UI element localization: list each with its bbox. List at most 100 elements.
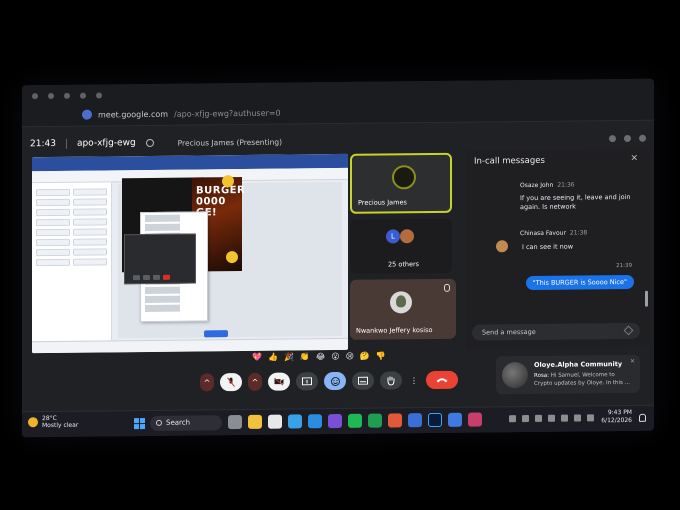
edge-icon[interactable] <box>308 414 322 429</box>
spotify-icon[interactable] <box>348 413 362 428</box>
panel-button <box>73 228 107 236</box>
task-view-icon[interactable] <box>228 415 242 430</box>
info-icon[interactable] <box>145 138 154 148</box>
presenter-label: Precious James (Presenting) <box>177 137 283 148</box>
reaction-heart[interactable]: 💖 <box>252 353 262 363</box>
mini-end-call <box>163 274 170 280</box>
menu-item <box>145 214 203 223</box>
participant-tile-others[interactable]: L 25 others <box>350 218 452 274</box>
send-icon[interactable] <box>623 325 634 336</box>
hand-icon <box>387 376 395 386</box>
emoji-decoration <box>222 175 234 188</box>
send-message-input[interactable]: Send a message <box>472 322 640 341</box>
battery-icon[interactable] <box>587 414 594 422</box>
reaction-surprised[interactable]: 😮 <box>331 352 339 362</box>
avatar <box>496 240 508 253</box>
tab-icon[interactable] <box>96 92 102 99</box>
taskbar-search[interactable]: Search <box>150 415 222 431</box>
reaction-clap[interactable]: 👏 <box>300 352 310 362</box>
reaction-laugh[interactable]: 😂 <box>316 352 325 362</box>
scrollbar[interactable] <box>645 290 648 307</box>
captions-icon <box>358 376 368 385</box>
reaction-sad[interactable]: 😢 <box>346 352 354 362</box>
message-author: Chinasa Favour 21:38 <box>520 229 588 238</box>
reaction-thumbs-down[interactable]: 👎 <box>376 351 386 361</box>
camera-options-button[interactable]: ^ <box>248 372 262 391</box>
close-icon[interactable]: ✕ <box>630 154 638 164</box>
close-icon[interactable]: ✕ <box>630 358 635 365</box>
tab-icon[interactable] <box>32 93 38 100</box>
app-icon[interactable] <box>288 414 302 429</box>
reactions-button[interactable] <box>324 371 346 391</box>
panel-button <box>36 238 70 247</box>
word-icon[interactable] <box>408 413 422 428</box>
panel-button <box>73 258 107 266</box>
tray-chevron-icon[interactable] <box>509 415 516 423</box>
wifi-icon[interactable] <box>561 414 568 422</box>
excel-icon[interactable] <box>368 413 382 428</box>
weather-icon <box>28 417 38 428</box>
avatar <box>390 291 412 314</box>
tab-strip <box>32 85 644 101</box>
mini-control <box>133 275 140 281</box>
photoshop-icon[interactable] <box>428 412 442 428</box>
panel-button <box>73 248 107 256</box>
emoji-icon <box>330 376 340 386</box>
url-domain: meet.google.com <box>98 109 169 120</box>
address-bar[interactable]: meet.google.com /apo-xfjg-ewg?authuser=0 <box>82 105 281 123</box>
message-author: Osaze John 21:36 <box>520 181 575 190</box>
microphone-icon[interactable] <box>535 414 542 422</box>
menu-item <box>145 223 203 232</box>
reaction-party[interactable]: 🎉 <box>284 352 294 362</box>
app-icon[interactable] <box>448 412 462 427</box>
windows-start-icon[interactable] <box>134 418 145 430</box>
panel-button <box>36 188 70 197</box>
more-options-button[interactable]: ⋮ <box>408 371 420 389</box>
meeting-code: apo-xfjg-ewg <box>76 138 136 149</box>
chrome-icon[interactable] <box>388 413 402 428</box>
mic-options-button[interactable]: ^ <box>200 373 214 392</box>
reaction-thinking[interactable]: 🤔 <box>360 352 370 362</box>
keyboard-icon[interactable] <box>548 414 555 422</box>
tray-app-icon[interactable] <box>522 414 529 423</box>
camera-off-button[interactable] <box>268 372 290 391</box>
avatar <box>392 165 416 190</box>
url-path: /apo-xfjg-ewg?authuser=0 <box>174 108 281 119</box>
mic-off-button[interactable] <box>220 373 242 392</box>
shared-screen: BURGER 0000 GE! <box>32 153 348 354</box>
taskbar: 28°C Mostly clear Search 9:43 PM 6/12/20… <box>22 404 654 438</box>
community-notification[interactable]: Oloye.Alpha Community Rosa: Hi Samuel, W… <box>496 354 640 395</box>
notification-title: Oloye.Alpha Community <box>534 360 623 369</box>
present-button[interactable] <box>296 372 318 391</box>
panel-button <box>36 228 70 237</box>
taskbar-clock[interactable]: 9:43 PM 6/12/2026 <box>601 409 632 425</box>
menu-icon[interactable] <box>639 134 646 142</box>
end-call-button[interactable] <box>426 370 458 390</box>
raise-hand-button[interactable] <box>380 371 402 390</box>
mic-off-icon <box>444 283 450 292</box>
tab-icon[interactable] <box>48 92 54 100</box>
panel-button <box>73 218 107 226</box>
panel-button <box>36 258 70 267</box>
site-icon <box>82 109 92 120</box>
store-icon[interactable] <box>268 414 282 429</box>
search-label: Search <box>166 418 191 427</box>
app-icon[interactable] <box>468 412 482 427</box>
volume-icon[interactable] <box>574 414 581 422</box>
call-controls: ^ ^ ⋮ <box>200 370 458 392</box>
panel-button <box>36 218 70 227</box>
file-explorer-icon[interactable] <box>248 414 262 429</box>
extension-icon[interactable] <box>624 134 631 142</box>
captions-button[interactable] <box>352 371 374 390</box>
extension-icon[interactable] <box>609 134 616 142</box>
participant-tile-precious-james[interactable]: Precious James <box>350 152 452 214</box>
notification-bell-icon[interactable] <box>639 413 646 422</box>
app-icon[interactable] <box>328 413 342 429</box>
mini-call-window <box>124 233 196 285</box>
participant-tile-nwankwo[interactable]: Nwankwo Jeffery kosiso <box>350 278 456 340</box>
weather-widget[interactable]: 28°C Mostly clear <box>28 415 78 430</box>
tab-icon[interactable] <box>80 92 86 99</box>
reaction-thumbs-up[interactable]: 👍 <box>268 353 278 363</box>
message-text: I can see it now <box>522 242 574 252</box>
tab-icon[interactable] <box>64 92 70 99</box>
